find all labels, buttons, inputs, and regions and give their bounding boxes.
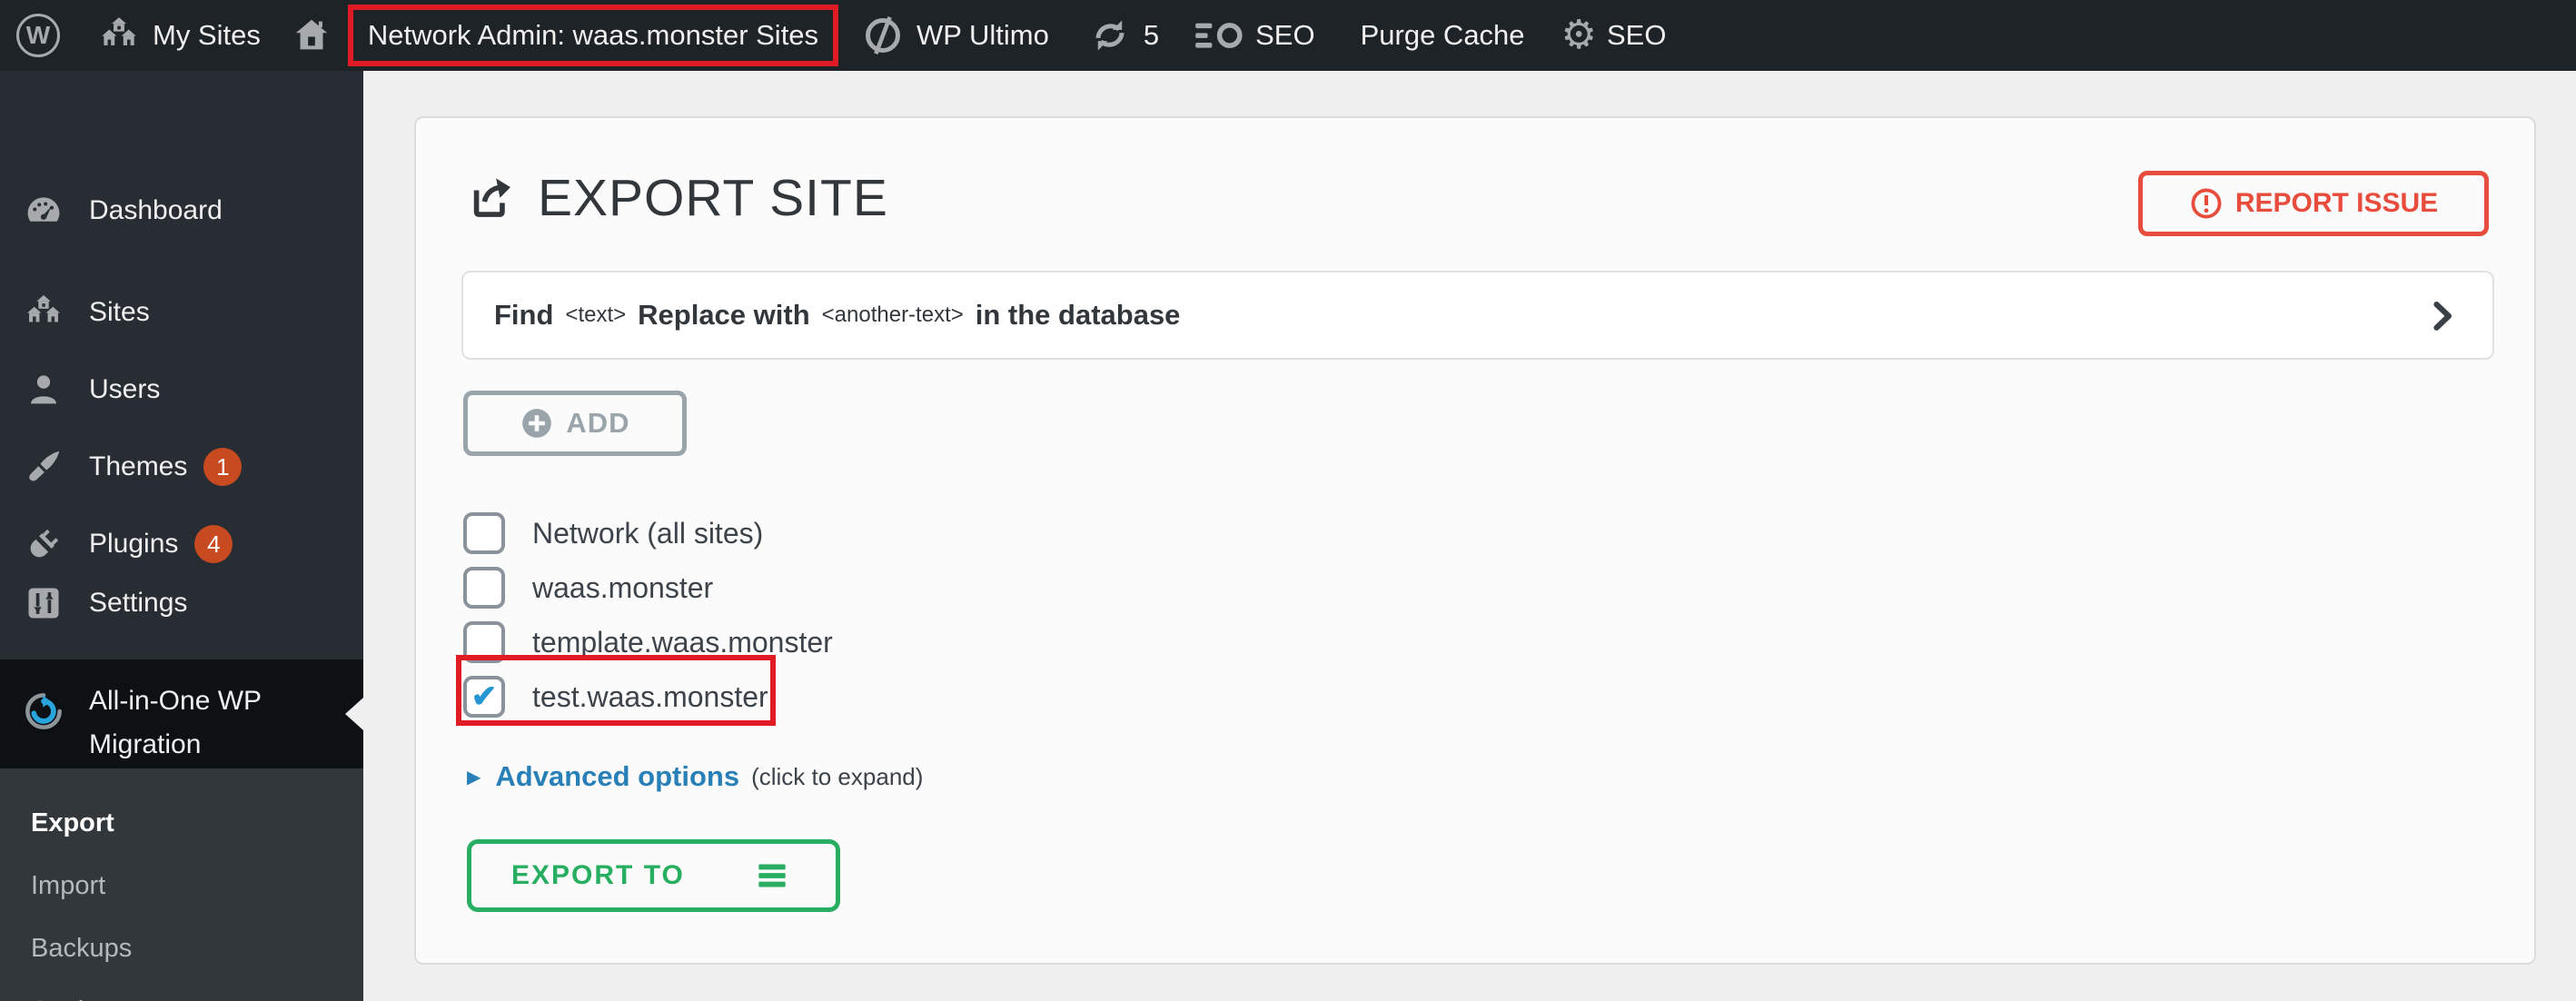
sidebar-item-themes[interactable]: Themes 1	[0, 434, 363, 500]
advanced-options-hint: (click to expand)	[751, 762, 924, 790]
main-content: EXPORT SITE REPORT ISSUE Find <text> Rep…	[363, 71, 2576, 1001]
checkbox-label: Network (all sites)	[532, 516, 764, 550]
chevron-right-icon	[2422, 295, 2462, 335]
network-admin-highlight-box: Network Admin: waas.monster Sites	[347, 5, 839, 66]
triangle-right-icon: ▶	[467, 767, 481, 788]
export-to-label: EXPORT TO	[511, 860, 685, 890]
plus-circle-icon	[520, 406, 554, 441]
updates-menu[interactable]: 5	[1089, 15, 1159, 56]
sidebar-item-users[interactable]: Users	[0, 357, 363, 422]
checkbox-checked[interactable]: ✔	[463, 676, 505, 718]
checkbox-label: template.waas.monster	[532, 625, 833, 659]
update-count: 5	[1143, 19, 1160, 51]
seopress-menu[interactable]: ⚙ SEO	[1561, 15, 1667, 55]
themes-brush-icon	[22, 447, 65, 487]
dashboard-gauge-icon	[22, 191, 65, 231]
submenu-item-import[interactable]: Import	[0, 855, 363, 917]
sidebar-item-label: Settings	[89, 588, 188, 618]
aiowpm-refresh-circle-icon	[22, 690, 65, 768]
wordpress-admin-screen: W My Sites Network Admin: waas.monster S…	[0, 0, 2576, 1001]
checkbox-unchecked[interactable]	[463, 512, 505, 554]
checkbox-label: test.waas.monster	[532, 679, 768, 713]
export-to-button[interactable]: EXPORT TO	[467, 839, 840, 912]
wp-ultimo-label: WP Ultimo	[916, 19, 1049, 51]
admin-menu: Dashboard Sites Users Themes 1 Plugins 4…	[0, 71, 363, 1001]
page-title: EXPORT SITE	[538, 169, 888, 227]
active-item-arrow	[345, 698, 363, 730]
seo-framework-label: SEO	[1255, 19, 1315, 51]
sidebar-item-label: Themes	[89, 451, 188, 481]
users-person-icon	[22, 370, 65, 410]
my-sites-houses-icon	[98, 15, 140, 56]
my-sites-menu[interactable]: My Sites	[98, 15, 261, 56]
site-checkbox-row-test-waas-monster[interactable]: ✔ test.waas.monster	[463, 669, 768, 724]
wordpress-menu[interactable]: W	[0, 14, 60, 57]
sidebar-item-label: Users	[89, 374, 161, 404]
submenu-item-backups[interactable]: Backups	[0, 917, 363, 980]
purge-cache-menu[interactable]: Purge Cache	[1361, 19, 1525, 52]
wordpress-logo-icon: W	[16, 14, 60, 57]
checkbox-unchecked[interactable]	[463, 567, 505, 609]
site-checkbox-row-template-waas-monster[interactable]: template.waas.monster	[463, 615, 833, 669]
my-sites-label: My Sites	[153, 19, 261, 51]
sidebar-item-label: Dashboard	[89, 195, 223, 225]
network-admin-menu[interactable]: Network Admin: waas.monster Sites	[292, 5, 839, 66]
sidebar-item-label: All-in-One WP Migration	[89, 686, 262, 759]
report-issue-label: REPORT ISSUE	[2234, 188, 2439, 218]
seo-framework-menu[interactable]: SEO	[1194, 15, 1315, 56]
replace-label: Replace with	[638, 299, 810, 331]
submenu-item-export[interactable]: Export	[0, 792, 363, 855]
advanced-options-label: Advanced options	[495, 760, 740, 792]
sidebar-item-sites[interactable]: Sites	[0, 280, 363, 345]
themes-update-badge: 1	[203, 448, 243, 486]
check-mark-icon: ✔	[471, 679, 498, 714]
export-site-card: EXPORT SITE REPORT ISSUE Find <text> Rep…	[414, 116, 2536, 965]
sites-houses-icon	[22, 292, 65, 332]
replace-token: <another-text>	[821, 302, 964, 327]
site-checkbox-row-waas-monster[interactable]: waas.monster	[463, 560, 713, 615]
home-icon	[292, 15, 332, 55]
hamburger-menu-icon	[748, 856, 796, 896]
wp-ultimo-menu[interactable]: WP Ultimo	[862, 15, 1049, 56]
site-checkbox-row-network[interactable]: Network (all sites)	[463, 506, 763, 560]
report-issue-button[interactable]: REPORT ISSUE	[2138, 171, 2489, 236]
share-export-icon	[465, 173, 518, 223]
database-label: in the database	[975, 299, 1181, 331]
plugins-plug-icon	[22, 524, 65, 564]
checkbox-unchecked[interactable]	[463, 621, 505, 663]
sidebar-item-dashboard[interactable]: Dashboard	[0, 178, 363, 243]
checkbox-label: waas.monster	[532, 570, 714, 604]
wp-ultimo-icon	[862, 15, 904, 56]
sidebar-item-label: Plugins	[89, 529, 179, 559]
update-refresh-icon	[1089, 15, 1131, 56]
find-label: Find	[494, 299, 554, 331]
add-button-label: ADD	[566, 407, 630, 439]
sidebar-item-settings[interactable]: Settings	[0, 570, 363, 636]
seo-framework-icon	[1194, 15, 1246, 56]
settings-sliders-icon	[22, 583, 65, 623]
network-admin-label: Network Admin: waas.monster Sites	[367, 19, 819, 51]
add-button[interactable]: ADD	[463, 391, 687, 456]
seopress-label: SEO	[1607, 19, 1667, 51]
admin-bar: W My Sites Network Admin: waas.monster S…	[0, 0, 2576, 71]
page-title-row: EXPORT SITE	[465, 168, 888, 228]
seopress-gear-icon: ⚙	[1560, 13, 1597, 57]
advanced-options-toggle[interactable]: ▶ Advanced options (click to expand)	[467, 754, 923, 799]
purge-cache-label: Purge Cache	[1360, 19, 1525, 51]
submenu-item-settings[interactable]: Settings	[0, 980, 363, 1001]
find-replace-expander[interactable]: Find <text> Replace with <another-text> …	[461, 271, 2494, 360]
alert-circle-icon	[2189, 186, 2224, 221]
plugins-update-badge: 4	[194, 525, 233, 563]
sidebar-item-plugins[interactable]: Plugins 4	[0, 511, 363, 577]
sidebar-item-all-in-one-wp-migration[interactable]: All-in-One WP Migration	[0, 659, 363, 768]
sidebar-item-label: Sites	[89, 297, 150, 327]
aiowpm-submenu: Export Import Backups Settings	[0, 768, 363, 1001]
find-token: <text>	[565, 302, 627, 327]
